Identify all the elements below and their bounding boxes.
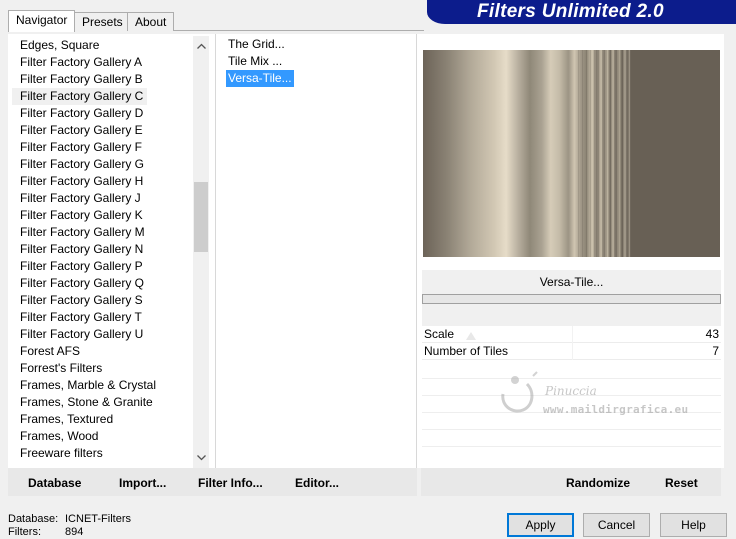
- watermark-url: www.maildirgrafica.eu: [543, 403, 689, 416]
- category-item[interactable]: Filter Factory Gallery D: [12, 105, 147, 122]
- category-item[interactable]: Filter Factory Gallery E: [12, 122, 147, 139]
- category-item[interactable]: Freeware filters: [12, 445, 107, 462]
- param-value: 43: [705, 327, 719, 341]
- category-item[interactable]: Filter Factory Gallery A: [12, 54, 146, 71]
- category-list[interactable]: Edges, Square Filter Factory Gallery A Fil…: [12, 36, 192, 466]
- category-item[interactable]: Filter Factory Gallery F: [12, 139, 146, 156]
- category-item[interactable]: Filter Factory Gallery P: [12, 258, 147, 275]
- import-button[interactable]: Import...: [119, 476, 166, 490]
- status-filters: Filters: 894: [8, 526, 83, 539]
- category-item[interactable]: Filter Factory Gallery C: [12, 88, 148, 105]
- param-row-number-of-tiles[interactable]: Number of Tiles 7: [422, 343, 721, 360]
- category-item[interactable]: Edges, Square: [12, 37, 103, 54]
- help-button[interactable]: Help: [660, 513, 727, 537]
- category-item[interactable]: Filter Factory Gallery S: [12, 292, 147, 309]
- param-value: 7: [712, 344, 719, 358]
- watermark-logo-icon: [501, 371, 538, 413]
- category-item[interactable]: Frames, Marble & Crystal: [12, 377, 160, 394]
- cancel-button[interactable]: Cancel: [583, 513, 650, 537]
- status-database-value: ICNET-Filters: [65, 513, 131, 525]
- filter-info-button[interactable]: Filter Info...: [198, 476, 263, 490]
- param-label: Number of Tiles: [424, 344, 509, 358]
- app-title: Filters Unlimited 2.0: [477, 1, 664, 22]
- filter-item-tile-mix[interactable]: Tile Mix ...: [226, 53, 284, 70]
- slider-thumb-icon[interactable]: [466, 332, 476, 340]
- status-filters-label: Filters:: [8, 526, 41, 538]
- param-label: Scale: [424, 327, 455, 341]
- apply-button[interactable]: Apply: [507, 513, 574, 537]
- category-item[interactable]: Filter Factory Gallery U: [12, 326, 147, 343]
- tab-navigator[interactable]: Navigator: [8, 10, 76, 32]
- param-row-scale[interactable]: Scale 43: [422, 326, 721, 343]
- randomize-button[interactable]: Randomize: [566, 476, 630, 490]
- empty-param-row: [422, 446, 721, 447]
- category-item[interactable]: Filter Factory Gallery N: [12, 241, 147, 258]
- tab-presets[interactable]: Presets: [74, 12, 131, 31]
- category-item[interactable]: Filter Factory Gallery T: [12, 309, 146, 326]
- category-item[interactable]: Filter Factory Gallery B: [12, 71, 147, 88]
- watermark: Pinuccia www.maildirgrafica.eu: [493, 370, 713, 430]
- filter-item-the-grid[interactable]: The Grid...: [226, 36, 287, 53]
- app-banner: Filters Unlimited 2.0: [427, 0, 736, 24]
- category-item[interactable]: Filter Factory Gallery M: [12, 224, 149, 241]
- category-item[interactable]: Forest AFS: [12, 343, 84, 360]
- filter-item-versa-tile[interactable]: Versa-Tile...: [226, 70, 294, 87]
- status-database: Database: ICNET-Filters: [8, 513, 131, 526]
- tab-about[interactable]: About: [127, 12, 175, 31]
- progress-area: [422, 294, 721, 326]
- scroll-thumb[interactable]: [194, 182, 208, 252]
- database-button[interactable]: Database: [28, 476, 81, 490]
- status-database-label: Database:: [8, 513, 59, 525]
- preview-divider: [416, 34, 417, 468]
- list-divider: [215, 34, 216, 468]
- editor-button[interactable]: Editor...: [295, 476, 339, 490]
- category-item[interactable]: Filter Factory Gallery J: [12, 190, 145, 207]
- filter-name-label: Versa-Tile...: [422, 270, 721, 294]
- scroll-up-icon[interactable]: [193, 38, 209, 54]
- progress-bar: [422, 294, 721, 304]
- filter-preview: [423, 50, 720, 257]
- category-item[interactable]: Frames, Textured: [12, 411, 117, 428]
- category-item[interactable]: Frames, Stone & Granite: [12, 394, 157, 411]
- filter-list[interactable]: The Grid... Tile Mix ... Versa-Tile...: [222, 36, 412, 116]
- category-item[interactable]: Frames, Wood: [12, 428, 102, 445]
- param-separator: [572, 326, 573, 343]
- watermark-name: Pinuccia: [545, 384, 597, 398]
- category-item[interactable]: Filter Factory Gallery Q: [12, 275, 148, 292]
- category-item[interactable]: Filter Factory Gallery K: [12, 207, 147, 224]
- category-item[interactable]: Forrest's Filters: [12, 360, 106, 377]
- category-scrollbar[interactable]: [193, 36, 209, 468]
- category-item[interactable]: Filter Factory Gallery G: [12, 156, 148, 173]
- status-filters-value: 894: [65, 526, 84, 538]
- param-separator: [572, 343, 573, 360]
- category-item[interactable]: Filter Factory Gallery H: [12, 173, 147, 190]
- reset-button[interactable]: Reset: [665, 476, 698, 490]
- scroll-down-icon[interactable]: [193, 450, 209, 466]
